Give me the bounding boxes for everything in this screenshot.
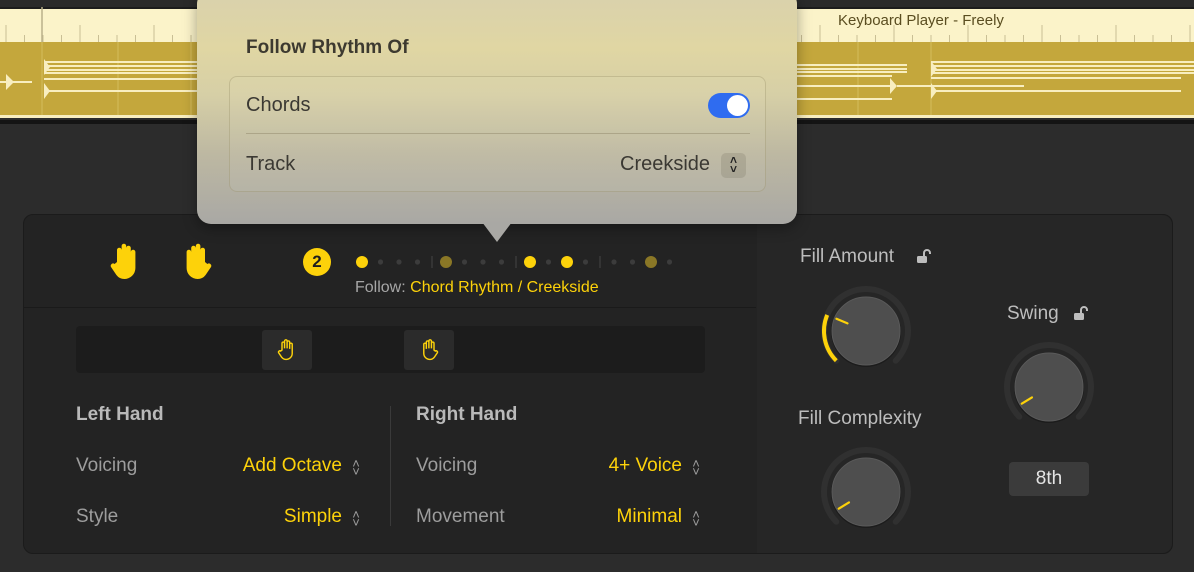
rhythm-pattern[interactable] (350, 250, 710, 274)
pattern-step-active[interactable] (440, 256, 452, 268)
right-hand-split-button[interactable] (404, 330, 454, 370)
unlock-icon[interactable] (1073, 305, 1089, 321)
fill-complexity-label: Fill Complexity (798, 408, 922, 429)
chords-label: Chords (246, 94, 311, 116)
left-style-label: Style (76, 506, 119, 527)
left-voicing-label: Voicing (76, 455, 138, 476)
right-movement-stepper-icon[interactable]: ˄ ˅ (690, 508, 702, 529)
left-voicing-value[interactable]: Add Octave (243, 455, 342, 477)
right-hand-icon[interactable] (178, 242, 214, 282)
left-hand-title: Left Hand (76, 404, 164, 425)
region-title: Keyboard Player - Freely (838, 12, 1004, 29)
left-voicing-stepper-icon[interactable]: ˄ ˅ (350, 457, 362, 478)
chords-toggle[interactable] (708, 93, 750, 118)
pattern-step[interactable] (377, 259, 384, 265)
left-style-value[interactable]: Simple (284, 506, 342, 528)
swing-knob[interactable] (1001, 339, 1097, 435)
follow-value: Chord Rhythm / Creekside (410, 279, 599, 296)
popover-title: Follow Rhythm Of (246, 37, 409, 58)
unlock-icon[interactable] (916, 248, 932, 264)
left-hand-icon[interactable] (108, 242, 144, 282)
toggle-thumb (727, 95, 748, 116)
hand-outline-icon (423, 339, 439, 361)
note-start-marker (6, 74, 14, 90)
pattern-step-active[interactable] (356, 256, 368, 268)
left-style-stepper-icon[interactable]: ˄ ˅ (350, 508, 362, 529)
follow-status[interactable]: Follow: Chord Rhythm / Creekside (355, 279, 599, 297)
pattern-step-active[interactable] (645, 256, 657, 268)
pattern-number-badge[interactable]: 2 (303, 248, 331, 276)
swing-resolution-button[interactable]: 8th (1009, 462, 1089, 496)
pattern-step[interactable] (666, 259, 673, 265)
pattern-step-active[interactable] (561, 256, 573, 268)
fill-amount-label: Fill Amount (800, 246, 894, 267)
knob-body[interactable] (1014, 352, 1084, 422)
pattern-step[interactable] (461, 259, 468, 265)
pattern-step-active[interactable] (524, 256, 536, 268)
swing-label: Swing (1007, 303, 1059, 324)
track-select-stepper-icon[interactable]: ˄ ˅ (721, 153, 746, 178)
left-hand-split-button[interactable] (262, 330, 312, 370)
fill-complexity-knob[interactable] (818, 444, 914, 540)
pattern-step[interactable] (582, 259, 589, 265)
right-voicing-value[interactable]: 4+ Voice (609, 455, 682, 477)
pattern-step[interactable] (629, 259, 636, 265)
right-movement-label: Movement (416, 506, 505, 527)
pattern-step[interactable] (498, 259, 505, 265)
follow-label: Follow: (355, 279, 406, 296)
hand-column-divider (390, 406, 391, 526)
hand-outline-icon (277, 339, 293, 361)
pattern-step[interactable] (414, 259, 421, 265)
right-movement-value[interactable]: Minimal (617, 506, 682, 528)
pattern-step[interactable] (480, 259, 486, 265)
note-start-marker (44, 83, 50, 99)
right-voicing-label: Voicing (416, 455, 478, 476)
note-start-marker (890, 78, 897, 94)
panel-divider (24, 307, 756, 308)
knob-body[interactable] (831, 296, 901, 366)
right-voicing-stepper-icon[interactable]: ˄ ˅ (690, 457, 702, 478)
session-player-editor: Keyboard Player - Freely 2 Follow: Chord… (0, 0, 1194, 572)
pattern-step[interactable] (611, 259, 617, 265)
hand-split-strip[interactable] (76, 326, 705, 373)
note-start-marker (931, 61, 937, 77)
track-label: Track (246, 153, 296, 175)
knob-body[interactable] (831, 457, 901, 527)
right-hand-title: Right Hand (416, 404, 518, 425)
pattern-step[interactable] (545, 259, 552, 265)
popover-arrow (482, 222, 512, 242)
popover-separator (246, 133, 750, 134)
fill-amount-knob[interactable] (818, 283, 914, 379)
pattern-step[interactable] (396, 259, 402, 265)
track-select-value[interactable]: Creekside (620, 153, 710, 176)
